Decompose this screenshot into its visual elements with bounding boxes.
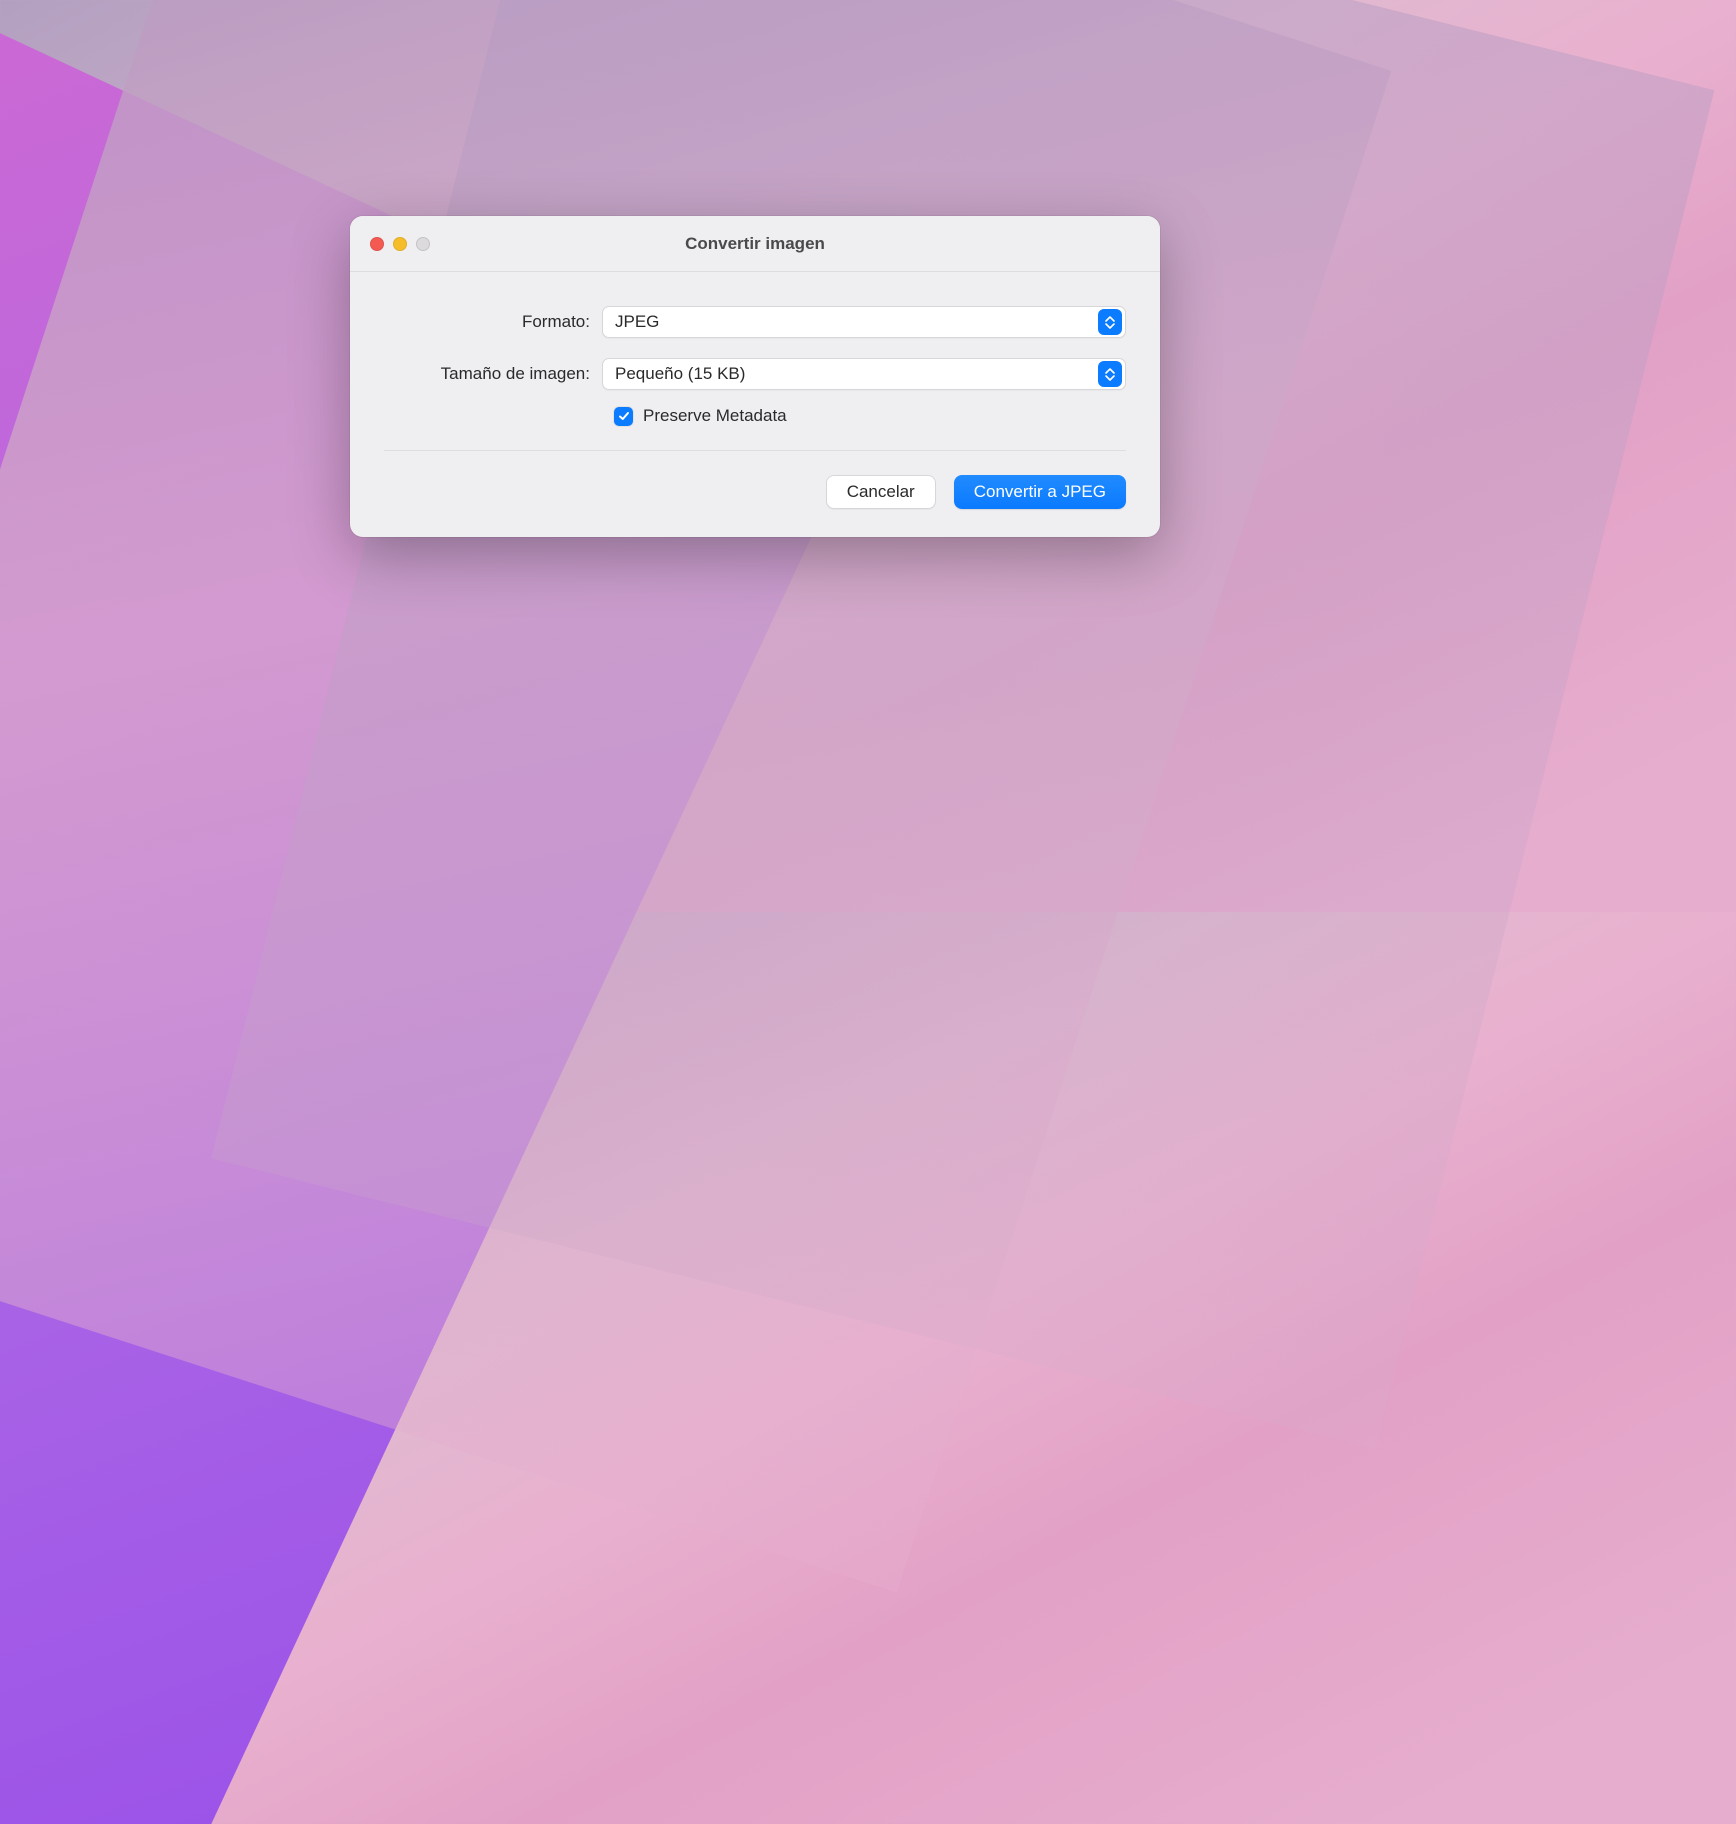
format-label: Formato: (384, 312, 602, 332)
titlebar: Convertir imagen (350, 216, 1160, 272)
window-title: Convertir imagen (350, 234, 1160, 254)
updown-icon (1098, 361, 1122, 387)
preserve-metadata-checkbox[interactable] (614, 407, 633, 426)
traffic-lights (370, 237, 430, 251)
preserve-metadata-label: Preserve Metadata (643, 406, 787, 426)
updown-icon (1098, 309, 1122, 335)
cancel-button[interactable]: Cancelar (826, 475, 936, 509)
format-select[interactable]: JPEG (602, 306, 1126, 338)
format-row: Formato: JPEG (384, 306, 1126, 338)
minimize-icon[interactable] (393, 237, 407, 251)
check-icon (618, 410, 630, 422)
image-size-label: Tamaño de imagen: (384, 364, 602, 384)
format-value: JPEG (615, 312, 659, 332)
image-size-select[interactable]: Pequeño (15 KB) (602, 358, 1126, 390)
dialog-footer: Cancelar Convertir a JPEG (350, 451, 1160, 537)
dialog-content: Formato: JPEG Tamaño de imagen: Pequeño … (350, 272, 1160, 426)
convert-image-dialog: Convertir imagen Formato: JPEG Tamaño de… (350, 216, 1160, 537)
preserve-metadata-row: Preserve Metadata (384, 406, 1126, 426)
image-size-value: Pequeño (15 KB) (615, 364, 745, 384)
close-icon[interactable] (370, 237, 384, 251)
convert-button[interactable]: Convertir a JPEG (954, 475, 1126, 509)
image-size-row: Tamaño de imagen: Pequeño (15 KB) (384, 358, 1126, 390)
zoom-icon (416, 237, 430, 251)
